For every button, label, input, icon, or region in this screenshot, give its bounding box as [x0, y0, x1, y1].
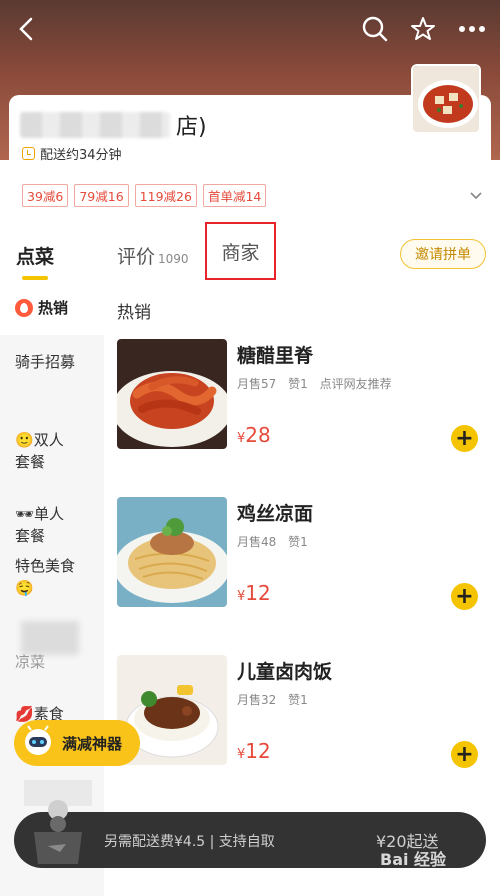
back-arrow-icon — [19, 17, 33, 41]
sidebar-item-cold-dish[interactable]: 凉菜 — [15, 621, 79, 671]
plus-icon: + — [455, 583, 474, 609]
section-title: 热销 — [117, 303, 151, 323]
sidebar-item-specialty[interactable]: 特色美食 🤤 — [15, 555, 75, 599]
price-value: 12 — [245, 581, 271, 605]
back-button[interactable] — [10, 12, 44, 46]
likes-count: 赞1 — [288, 693, 308, 707]
likes-count: 赞1 — [288, 535, 308, 549]
food-image[interactable] — [117, 339, 227, 449]
food-image[interactable] — [117, 497, 227, 607]
shop-name-suffix: 店) — [176, 115, 207, 140]
food-meta: 月售32 赞1 — [237, 691, 316, 708]
plus-icon: + — [455, 741, 474, 767]
add-to-cart-button[interactable]: + — [451, 741, 478, 768]
promo-tag: 首单减14 — [202, 184, 267, 207]
face-emoji-icon: 🤤 — [15, 579, 34, 597]
monthly-sales: 月售57 — [237, 377, 277, 391]
search-button[interactable] — [358, 12, 392, 46]
recommend-tag: 点评网友推荐 — [319, 377, 392, 391]
sidebar-item-rider-recruit[interactable]: 骑手招募 — [15, 351, 75, 373]
sidebar-item-hot[interactable]: 热销 — [15, 297, 68, 319]
food-name: 鸡丝凉面 — [237, 503, 314, 525]
monthly-sales: 月售48 — [237, 535, 277, 549]
delivery-time-text: 配送约34分钟 — [40, 148, 122, 163]
food-bowl-image — [413, 66, 479, 132]
price-value: 28 — [245, 423, 271, 447]
star-icon — [411, 17, 435, 40]
chicken-cold-noodle-image — [117, 497, 227, 607]
food-item[interactable]: 糖醋里脊 月售57 赞1 点评网友推荐 ¥28 + — [117, 339, 492, 452]
promo-expand-button[interactable] — [469, 186, 483, 205]
sidebar-item-label: 热销 — [38, 299, 69, 317]
more-button[interactable] — [455, 12, 489, 46]
food-price: ¥12 — [237, 581, 271, 605]
add-to-cart-button[interactable]: + — [451, 583, 478, 610]
tab-merchant-label: 商家 — [221, 241, 260, 264]
invite-group-order-button[interactable]: 邀请拼单 — [400, 239, 486, 269]
plus-icon: + — [455, 425, 474, 451]
shop-thumbnail[interactable] — [411, 64, 481, 134]
food-name: 糖醋里脊 — [237, 345, 314, 367]
shop-tabs: 点菜 评价 1090 商家 邀请拼单 — [0, 222, 500, 282]
food-name: 儿童卤肉饭 — [237, 661, 333, 683]
delivery-fee-note: 另需配送费¥4.5 | 支持自取 — [104, 834, 275, 850]
shop-name: 店) — [20, 110, 207, 140]
monthly-sales: 月售32 — [237, 693, 277, 707]
promo-tag: 39减6 — [22, 184, 69, 207]
tab-merchant[interactable]: 商家 — [205, 222, 276, 280]
favorite-button[interactable] — [406, 12, 440, 46]
tab-review[interactable]: 评价 1090 — [117, 242, 189, 269]
clock-icon — [22, 147, 35, 160]
chevron-down-icon — [470, 192, 482, 200]
food-item[interactable]: 鸡丝凉面 月售48 赞1 ¥12 + — [117, 497, 492, 610]
price-value: 12 — [245, 739, 271, 763]
blurred-shop-name — [20, 112, 170, 138]
discount-helper-button[interactable]: 满减神器 — [14, 720, 140, 766]
sweet-sour-pork-image — [117, 339, 227, 449]
sidebar-item-single-set[interactable]: 🕶单人 套餐 — [15, 481, 64, 547]
food-meta: 月售48 赞1 — [237, 533, 316, 550]
tab-review-label: 评价 — [117, 246, 156, 268]
delivery-time: 配送约34分钟 — [22, 144, 122, 163]
active-tab-indicator — [22, 276, 48, 280]
sunglasses-emoji-icon: 🕶 — [15, 505, 35, 523]
discount-helper-label: 满减神器 — [62, 734, 123, 753]
review-count: 1090 — [158, 252, 189, 266]
promo-tag: 79减16 — [74, 184, 129, 207]
blurred-sticker — [21, 621, 79, 655]
watermark-logo: Bai 经验 — [380, 850, 447, 869]
flame-icon — [15, 299, 33, 317]
robot-mascot-icon — [25, 725, 51, 755]
sidebar-item-label: 骑手招募 — [15, 353, 76, 371]
more-dots-icon — [459, 26, 485, 32]
sidebar-item-double-set[interactable]: 🙂双人 套餐 — [15, 407, 64, 473]
food-item[interactable]: 儿童卤肉饭 月售32 赞1 ¥12 + — [117, 655, 492, 768]
cart-mascot-icon — [24, 780, 92, 864]
promo-tags[interactable]: 39减6 79减16 119减26 首单减14 — [22, 184, 267, 207]
promo-tag: 119减26 — [134, 184, 197, 207]
sidebar-item-label: 凉菜 — [15, 653, 46, 671]
food-price: ¥12 — [237, 739, 271, 763]
food-meta: 月售57 赞1 点评网友推荐 — [237, 375, 400, 392]
tab-order[interactable]: 点菜 — [16, 242, 54, 269]
search-icon — [362, 16, 388, 42]
likes-count: 赞1 — [288, 377, 308, 391]
sidebar-item-label: 特色美食 — [15, 557, 76, 575]
cart-button[interactable] — [20, 780, 96, 868]
food-price: ¥28 — [237, 423, 271, 447]
add-to-cart-button[interactable]: + — [451, 425, 478, 452]
smile-emoji-icon: 🙂 — [15, 431, 34, 449]
